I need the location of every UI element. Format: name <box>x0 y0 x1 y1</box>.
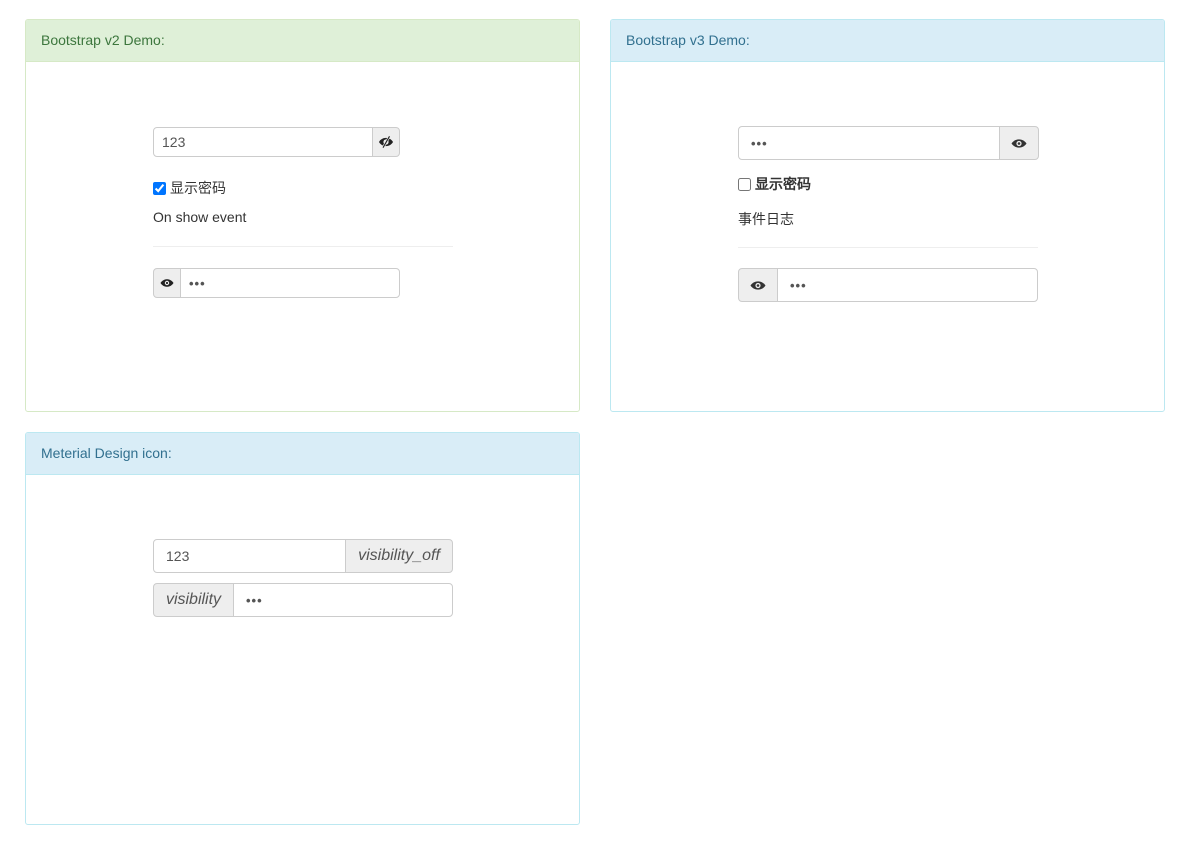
md-visibility-button[interactable]: visibility <box>153 583 234 617</box>
v2-show-password-label: 显示密码 <box>170 180 226 196</box>
v3-show-password-row[interactable]: 显示密码 <box>738 174 811 194</box>
v2-divider <box>153 246 453 247</box>
v3-show-password-checkbox[interactable] <box>738 177 751 191</box>
bootstrap-v2-panel: Bootstrap v2 Demo: 123 显示密码 On show even… <box>25 19 580 412</box>
bootstrap-v3-panel: Bootstrap v3 Demo: ••• 显示密码 事件日志 ••• <box>610 19 1165 412</box>
eye-icon <box>1011 138 1027 148</box>
v2-toggle-button-2[interactable] <box>153 268 181 298</box>
v3-password-input-1[interactable]: ••• <box>738 126 1000 160</box>
v3-password-dots-1: ••• <box>751 136 768 151</box>
eye-slash-icon <box>379 136 393 148</box>
v2-show-password-checkbox[interactable] <box>153 181 166 195</box>
v3-toggle-button-2[interactable] <box>738 268 778 302</box>
v3-divider <box>738 247 1038 248</box>
v2-toggle-button-1[interactable] <box>372 127 400 157</box>
v3-event-log: 事件日志 <box>738 211 794 227</box>
v2-password-dots: ••• <box>189 276 206 291</box>
v2-event-log: On show event <box>153 209 247 225</box>
md-visibility-off-button[interactable]: visibility_off <box>345 539 453 573</box>
eye-icon <box>160 279 174 287</box>
panel-heading-v2: Bootstrap v2 Demo: <box>26 20 579 62</box>
v3-toggle-button-1[interactable] <box>999 126 1039 160</box>
v3-password-dots-2: ••• <box>790 278 807 293</box>
v3-password-input-2[interactable]: ••• <box>777 268 1038 302</box>
v3-show-password-label: 显示密码 <box>755 176 811 192</box>
eye-icon <box>750 280 766 290</box>
v2-show-password-row[interactable]: 显示密码 <box>153 178 226 198</box>
md-password-dots: ••• <box>246 593 263 608</box>
material-design-panel: Meterial Design icon: 123 visibility_off… <box>25 432 580 825</box>
md-password-input-visible[interactable]: 123 <box>153 539 346 573</box>
panel-heading-md: Meterial Design icon: <box>26 433 579 475</box>
v2-password-input-hidden[interactable]: ••• <box>180 268 400 298</box>
panel-heading-v3: Bootstrap v3 Demo: <box>611 20 1164 62</box>
md-password-input-hidden[interactable]: ••• <box>233 583 453 617</box>
v2-password-input-visible[interactable]: 123 <box>153 127 373 157</box>
